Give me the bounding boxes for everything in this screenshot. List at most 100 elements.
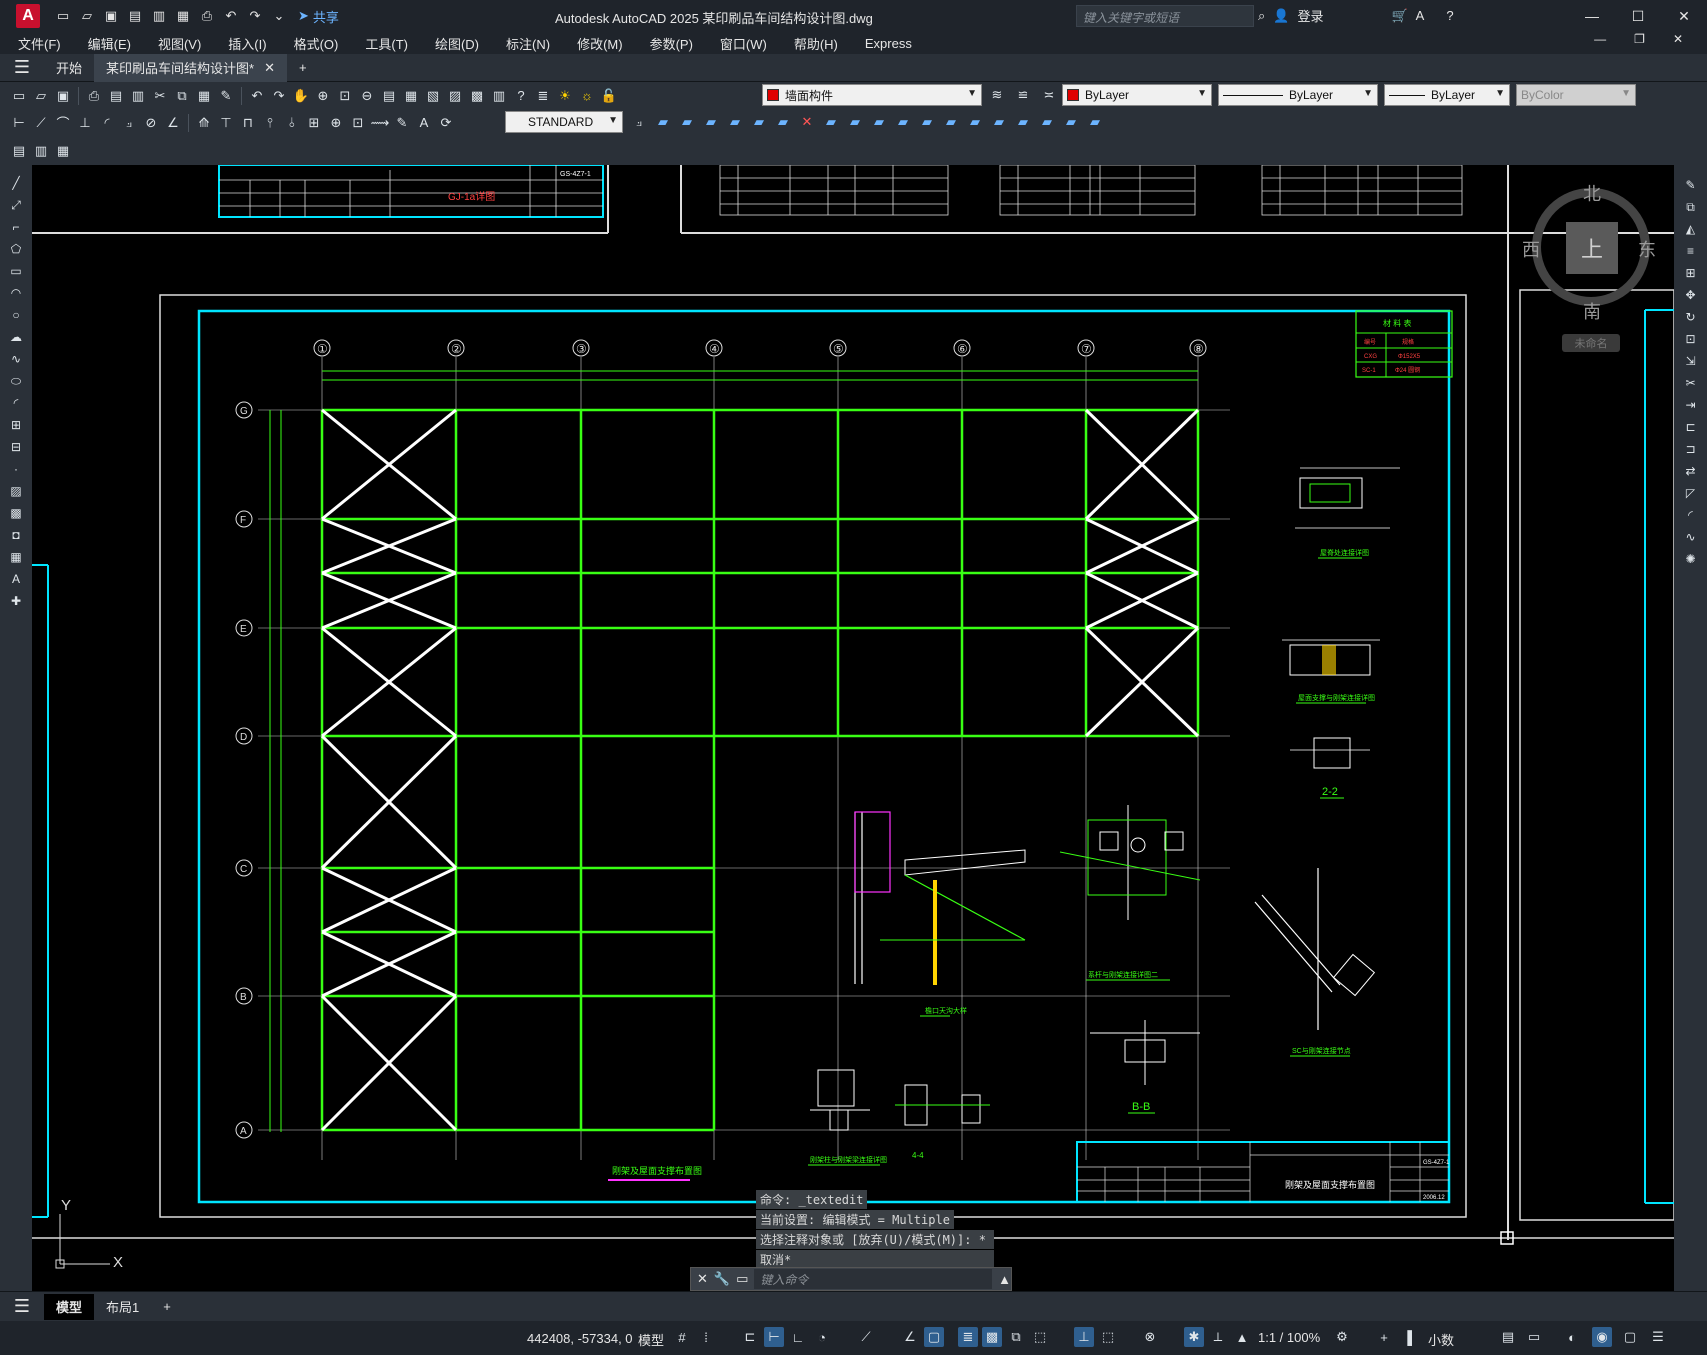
add-layout-button[interactable]: + (151, 1294, 183, 1320)
compass-north[interactable]: 北 (1583, 180, 1601, 206)
gizmo-icon[interactable]: ⊗ (1140, 1327, 1160, 1347)
help-icon[interactable]: ? (1446, 8, 1453, 23)
annotation-monitor-icon[interactable]: + (1374, 1327, 1394, 1347)
baseline-icon[interactable]: ⊤ (215, 112, 237, 134)
compass-west[interactable]: 西 (1522, 236, 1540, 262)
color-dropdown[interactable]: ByLayer ▼ (1062, 84, 1212, 106)
layer-dropdown[interactable]: 墙面构件 ▼ (762, 84, 982, 106)
annotation-scale-icon[interactable]: ▲ (1232, 1327, 1252, 1347)
spline-icon[interactable]: ∿ (6, 349, 26, 369)
save-icon[interactable]: ▣ (52, 85, 74, 107)
open-file-icon[interactable]: ▱ (78, 7, 96, 25)
markup-icon[interactable]: ▩ (466, 85, 488, 107)
save-as-icon[interactable]: ▤ (126, 7, 144, 25)
undo-icon[interactable]: ↶ (246, 85, 268, 107)
annotation-visibility-icon[interactable]: ✱ (1184, 1327, 1204, 1347)
workspace-gear-icon[interactable]: ⚙ (1332, 1327, 1352, 1347)
plot-icon[interactable]: ⎙ (198, 7, 216, 25)
ordinate-icon[interactable]: ⊥ (74, 112, 96, 134)
offset-icon[interactable]: ≡ (1681, 241, 1701, 261)
new-tab-button[interactable]: + (287, 54, 319, 82)
layer-properties-icon[interactable]: ≣ (532, 85, 554, 107)
zoom-window-icon[interactable]: ⊡ (334, 85, 356, 107)
quick-properties-icon[interactable]: ▤ (1498, 1327, 1518, 1347)
center-mark-icon[interactable]: ⊕ (325, 112, 347, 134)
menu-window[interactable]: 窗口(W) (702, 34, 776, 53)
render-icon[interactable]: ▰ (916, 111, 938, 133)
search-input[interactable]: 键入关键字或短语 (1076, 5, 1254, 27)
menu-view[interactable]: 视图(V) (140, 34, 210, 53)
close-button[interactable]: ✕ (1661, 0, 1707, 32)
walk-icon[interactable]: ▰ (1060, 111, 1082, 133)
isolate-objects-icon[interactable]: ◐ (1562, 1327, 1582, 1347)
calculator-icon[interactable]: ▥ (488, 85, 510, 107)
continue-icon[interactable]: ⊓ (237, 112, 259, 134)
drawing-canvas[interactable]: GJ-1a详图 GS-4Z7-1 ①②③④⑤⑥⑦⑧GFEDCBA 材 料 表 编… (32, 165, 1674, 1291)
paste-icon[interactable]: ▦ (193, 85, 215, 107)
aligned-dim-icon[interactable]: ⟋ (30, 112, 52, 134)
lineweight-icon[interactable]: ≣ (958, 1327, 978, 1347)
ortho-icon[interactable]: ∟ (788, 1327, 808, 1347)
publish-icon[interactable]: ▥ (127, 85, 149, 107)
rotate-icon[interactable]: ↻ (1681, 307, 1701, 327)
coordinate-readout[interactable]: 442408, -57334, 0 (527, 1331, 633, 1346)
pan-icon[interactable]: ✋ (290, 85, 312, 107)
section-icon[interactable]: ▰ (868, 111, 890, 133)
search-icon[interactable]: ⌕ (1258, 8, 1265, 24)
layer-state-icon[interactable]: ≍ (1038, 84, 1060, 106)
layer-previous-icon[interactable]: ≌ (1012, 84, 1034, 106)
tolerance-icon[interactable]: ⊞ (303, 112, 325, 134)
lock-icon[interactable]: 🔓 (598, 85, 620, 107)
light-bulb-icon[interactable]: ☀ (554, 85, 576, 107)
add-selected-icon[interactable]: ✚ (6, 591, 26, 611)
lineweight-dropdown[interactable]: ByLayer ▼ (1384, 84, 1510, 106)
jogged-icon[interactable]: ⟓ (118, 112, 140, 134)
dim-style-icon[interactable]: ⟓ (628, 111, 650, 133)
rectangle-icon[interactable]: ▭ (6, 261, 26, 281)
maximize-button[interactable]: ☐ (1615, 0, 1661, 32)
copy-object-icon[interactable]: ⧉ (1681, 197, 1701, 217)
reference-icon[interactable]: ▦ (52, 140, 74, 162)
box-icon[interactable]: ▰ (652, 111, 674, 133)
mirror-icon[interactable]: ◭ (1681, 219, 1701, 239)
export-icon[interactable]: ▥ (150, 7, 168, 25)
linear-dim-icon[interactable]: ⊢ (8, 112, 30, 134)
insert-block-icon[interactable]: ⊞ (6, 415, 26, 435)
menu-draw[interactable]: 绘图(D) (417, 34, 488, 53)
tool-palettes-icon[interactable]: ▧ (422, 85, 444, 107)
login-button[interactable]: 登录 (1297, 6, 1323, 25)
compass-east[interactable]: 东 (1638, 236, 1656, 262)
menu-tools[interactable]: 工具(T) (347, 34, 417, 53)
arc-icon[interactable]: ◠ (6, 283, 26, 303)
autocad-logo-icon[interactable]: A (16, 4, 40, 28)
dim-edit-icon[interactable]: ✎ (391, 112, 413, 134)
attribute-icon[interactable]: ▥ (30, 140, 52, 162)
open-icon[interactable]: ▱ (30, 85, 52, 107)
break-at-point-icon[interactable]: ⊏ (1681, 417, 1701, 437)
table-icon[interactable]: ▦ (6, 547, 26, 567)
plot-icon[interactable]: ⎙ (83, 85, 105, 107)
hatch-icon[interactable]: ▨ (6, 481, 26, 501)
ellipse-arc-icon[interactable]: ◜ (6, 393, 26, 413)
blend-icon[interactable]: ∿ (1681, 527, 1701, 547)
region-icon[interactable]: ◘ (6, 525, 26, 545)
slice-icon[interactable]: ▰ (844, 111, 866, 133)
polygon-icon[interactable]: ⬠ (6, 239, 26, 259)
new-icon[interactable]: ▭ (8, 85, 30, 107)
join-icon[interactable]: ⇄ (1681, 461, 1701, 481)
union-icon[interactable]: ▰ (772, 111, 794, 133)
chamfer-icon[interactable]: ◸ (1681, 483, 1701, 503)
share-button[interactable]: ➤ 共享 (298, 7, 339, 26)
material-icon[interactable]: ▰ (988, 111, 1010, 133)
new-file-icon[interactable]: ▭ (54, 7, 72, 25)
dynamic-input-icon[interactable]: ⊢ (764, 1327, 784, 1347)
selection-cycling-icon[interactable]: ⧉ (1006, 1327, 1026, 1347)
fly-icon[interactable]: ▰ (1084, 111, 1106, 133)
linetype-dropdown[interactable]: ByLayer ▼ (1218, 84, 1378, 106)
units-dropdown[interactable]: 小数 (1428, 1330, 1454, 1349)
make-current-icon[interactable]: ≋ (986, 84, 1008, 106)
doc-restore-button[interactable]: ❐ (1634, 32, 1645, 46)
orbit-icon[interactable]: ▰ (940, 111, 962, 133)
cart-icon[interactable]: 🛒 (1391, 8, 1407, 24)
wedge-icon[interactable]: ▰ (676, 111, 698, 133)
